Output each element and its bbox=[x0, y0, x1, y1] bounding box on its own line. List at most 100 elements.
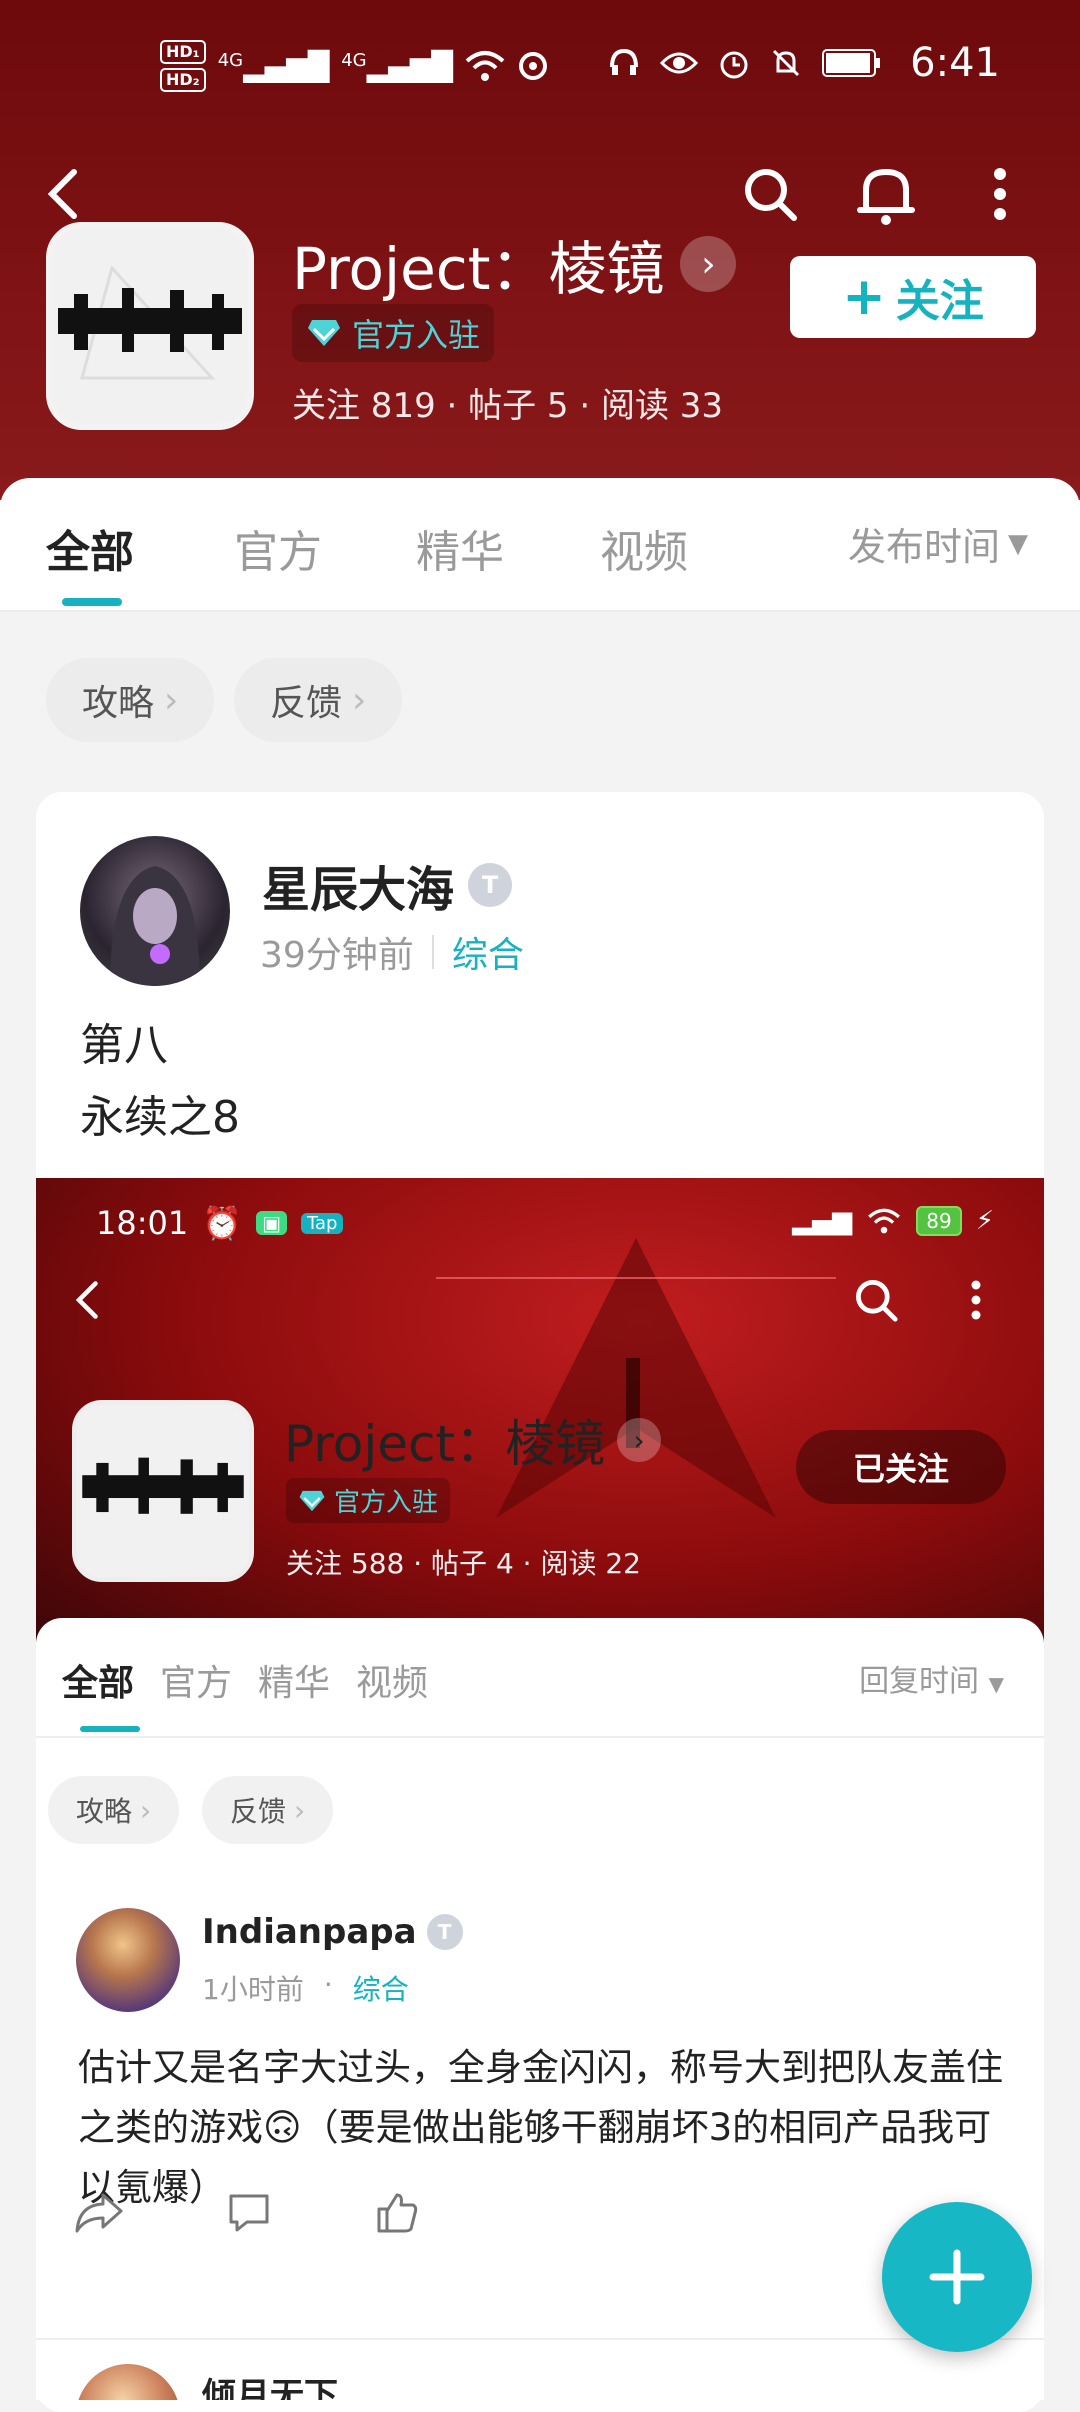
silhouette-art bbox=[436, 1238, 836, 1518]
sort-dropdown[interactable]: 发布时间 ▼ bbox=[848, 516, 1028, 571]
signal-2-icon: 4G▂▄▆█ bbox=[341, 49, 453, 83]
screenshot-chip-guide: 攻略 › bbox=[48, 1776, 180, 1844]
screenshot-back-button bbox=[48, 1260, 128, 1340]
headset-icon bbox=[610, 48, 639, 75]
wifi-icon bbox=[465, 51, 505, 81]
post-text: 第八 永续之8 bbox=[80, 1020, 240, 1143]
screenshot-followed-button: 已关注 bbox=[796, 1430, 1006, 1504]
screenshot-next-author-avatar bbox=[76, 2364, 180, 2400]
screenshot-comment-button bbox=[214, 2178, 284, 2248]
screenshot-post-time: 1小时前 bbox=[202, 1973, 304, 2006]
wifi-icon bbox=[868, 1208, 901, 1234]
back-icon bbox=[47, 169, 77, 219]
search-button[interactable] bbox=[730, 154, 810, 234]
forum-logo-icon bbox=[77, 1405, 249, 1577]
more-button[interactable] bbox=[960, 154, 1040, 234]
search-icon bbox=[856, 1280, 898, 1322]
chip-feedback[interactable]: 反馈 › bbox=[234, 658, 403, 742]
screenshot-post-meta: 1小时前 · 综合 bbox=[202, 1968, 409, 2008]
tab-bar: 全部 官方 精华 视频 发布时间 ▼ bbox=[0, 478, 1080, 612]
caret-down-icon: ▼ bbox=[1008, 528, 1028, 559]
chip-label: 反馈 bbox=[230, 1795, 287, 1828]
screenshot-tab-featured: 精华 bbox=[258, 1663, 331, 1704]
screenshot-title-text: Project：棱镜 bbox=[284, 1415, 606, 1473]
chevron-right-icon: › bbox=[352, 679, 367, 721]
status-bar: HD₁ HD₂ 4G▂▄▆█ 4G▂▄▆█ 6:41 bbox=[0, 0, 1080, 140]
chip-label: 攻略 bbox=[76, 1795, 133, 1828]
divider bbox=[36, 2338, 1044, 2340]
post-image[interactable]: 18:01 ⏰ ▣ Tap ▂▄▆ 89 ⚡ Project：棱镜 › 官方入驻 bbox=[36, 1178, 1044, 2400]
status-right-icons: 6:41 bbox=[608, 40, 1000, 86]
signal-icon: ▂▄▆ bbox=[792, 1206, 853, 1236]
screenshot-tab-video: 视频 bbox=[356, 1663, 429, 1704]
battery-icon bbox=[822, 49, 881, 77]
screenshot-sort: 回复时间 ▼ bbox=[859, 1656, 1004, 1700]
screenshot-status-right: ▂▄▆ 89 ⚡ bbox=[792, 1206, 994, 1236]
forum-title-text: Project：棱镜 bbox=[292, 235, 665, 303]
screenshot-search-button bbox=[836, 1260, 916, 1340]
alarm-icon: ⏰ bbox=[202, 1204, 243, 1242]
forum-logo-icon bbox=[52, 228, 248, 424]
bell-icon bbox=[857, 169, 915, 225]
tab-all[interactable]: 全部 bbox=[46, 516, 134, 580]
chevron-right-icon: › bbox=[164, 679, 179, 721]
tab-video[interactable]: 视频 bbox=[600, 516, 688, 580]
diamond-icon bbox=[308, 320, 340, 346]
tab-featured[interactable]: 精华 bbox=[416, 516, 504, 580]
author-name[interactable]: 星辰大海 bbox=[262, 850, 454, 920]
screenshot-more-button bbox=[936, 1260, 1016, 1340]
chip-label: 攻略 bbox=[82, 683, 155, 724]
sync-icon bbox=[518, 52, 547, 80]
chip-label: 反馈 bbox=[270, 683, 343, 724]
hd-icon: HD₁ HD₂ bbox=[160, 40, 206, 92]
more-icon bbox=[994, 168, 1006, 220]
notification-button[interactable] bbox=[846, 154, 926, 234]
caret-down-icon: ▼ bbox=[988, 1672, 1004, 1696]
post-category[interactable]: 综合 bbox=[452, 926, 524, 978]
forum-title[interactable]: Project：棱镜 › bbox=[292, 222, 737, 306]
more-icon bbox=[971, 1280, 981, 1320]
screenshot-tab-official: 官方 bbox=[160, 1663, 233, 1704]
status-left-icons: HD₁ HD₂ 4G▂▄▆█ 4G▂▄▆█ bbox=[160, 40, 549, 92]
chevron-right-icon: › bbox=[617, 1418, 662, 1462]
screenshot-author-row: Indianpapa T bbox=[202, 1912, 463, 1952]
tab-official[interactable]: 官方 bbox=[234, 516, 322, 580]
level-badge-icon: T bbox=[468, 863, 513, 907]
back-icon bbox=[75, 1281, 98, 1319]
charging-icon: ⚡ bbox=[975, 1206, 994, 1236]
chevron-right-icon: › bbox=[294, 1793, 306, 1827]
hooded-figure-icon bbox=[110, 866, 200, 986]
follow-label: 关注 bbox=[895, 276, 984, 327]
follow-button[interactable]: + 关注 bbox=[790, 256, 1036, 338]
clock: 6:41 bbox=[910, 40, 1000, 86]
screenshot-time: 18:01 bbox=[96, 1204, 189, 1242]
verified-label: 官方入驻 bbox=[334, 1488, 439, 1518]
dot-separator: · bbox=[323, 1968, 333, 2001]
screenshot-like-button bbox=[362, 2178, 432, 2248]
share-icon bbox=[75, 2193, 123, 2233]
diamond-icon bbox=[299, 1490, 325, 1511]
signal-1-icon: 4G▂▄▆█ bbox=[217, 49, 330, 83]
author-name-row: 星辰大海 T bbox=[262, 850, 513, 920]
battery-icon: 89 bbox=[916, 1206, 962, 1236]
eye-icon bbox=[660, 52, 699, 74]
screenshot-chip-feedback: 反馈 › bbox=[202, 1776, 334, 1844]
tap-icon: Tap bbox=[300, 1212, 344, 1234]
verified-badge: 官方入驻 bbox=[292, 304, 495, 362]
screenshot-verified-badge: 官方入驻 bbox=[286, 1478, 451, 1523]
forum-stats: 关注 819 · 帖子 5 · 阅读 33 bbox=[292, 386, 724, 426]
post-meta: 39分钟前 综合 bbox=[260, 926, 524, 978]
chevron-right-icon: › bbox=[140, 1793, 152, 1827]
verified-label: 官方入驻 bbox=[352, 316, 481, 354]
mute-icon bbox=[773, 49, 800, 77]
forum-avatar[interactable] bbox=[46, 222, 254, 430]
author-avatar[interactable] bbox=[80, 836, 230, 986]
comment-icon bbox=[229, 2194, 269, 2232]
like-icon bbox=[377, 2193, 418, 2233]
screenshot-author-name: Indianpapa bbox=[202, 1912, 417, 1952]
level-badge-icon: T bbox=[426, 1914, 463, 1950]
create-post-button[interactable] bbox=[882, 2202, 1032, 2352]
screenshot-tab-all: 全部 bbox=[62, 1663, 135, 1704]
chip-guide[interactable]: 攻略 › bbox=[46, 658, 215, 742]
android-icon: ▣ bbox=[256, 1211, 287, 1235]
